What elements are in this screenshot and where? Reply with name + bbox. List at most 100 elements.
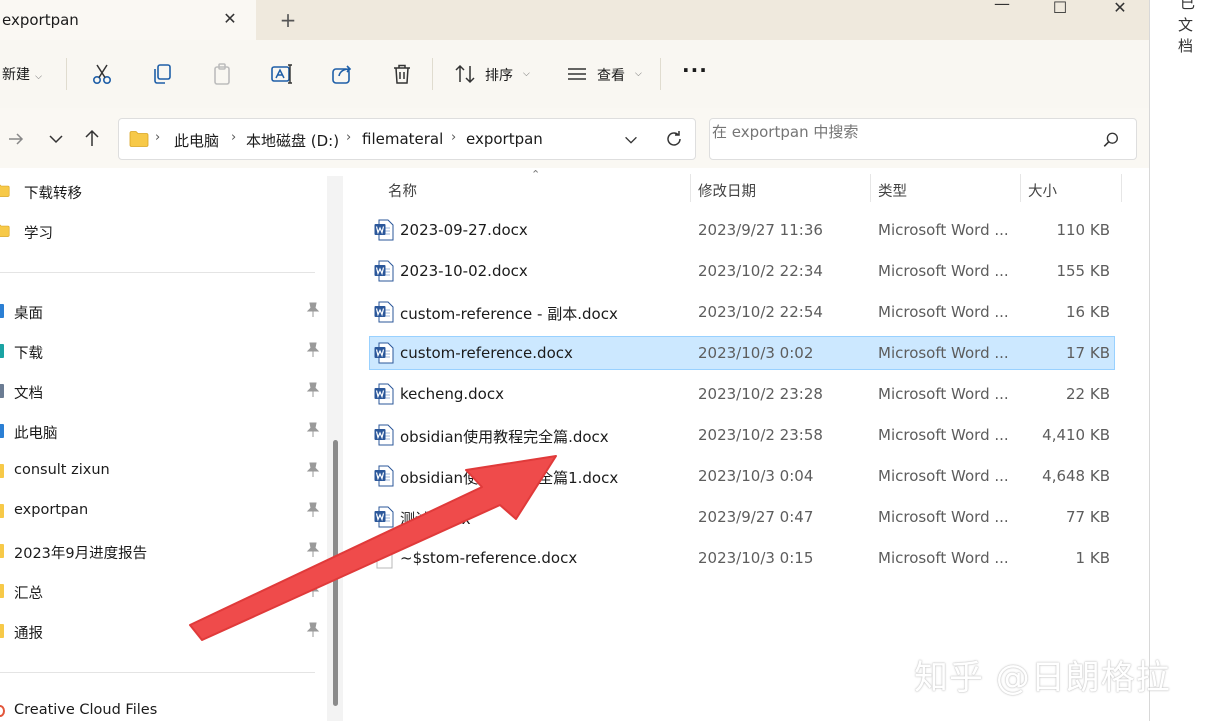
pin-icon[interactable]: [306, 462, 320, 478]
column-divider[interactable]: [1020, 174, 1021, 202]
column-divider[interactable]: [1121, 174, 1122, 202]
column-header-name[interactable]: 名称: [388, 180, 417, 201]
pin-icon[interactable]: [306, 422, 320, 438]
minimize-button[interactable]: —: [982, 0, 1022, 13]
pin-icon[interactable]: [306, 582, 320, 598]
file-row[interactable]: obsidian使用教程完全篇1.docx 2023/10/3 0:04 Micro…: [369, 459, 1115, 493]
file-row[interactable]: 测试.docx 2023/9/27 0:47 Microsoft Word ... 7…: [369, 500, 1115, 534]
pin-icon[interactable]: [306, 382, 320, 398]
nav-item-folder[interactable]: 下载转移: [0, 180, 330, 204]
column-divider[interactable]: [690, 174, 691, 202]
nav-scrollbar-thumb[interactable]: [333, 440, 338, 706]
pin-icon[interactable]: [306, 542, 320, 558]
recent-locations-chevron-icon[interactable]: [46, 129, 66, 149]
document-icon: [376, 547, 393, 569]
close-tab-icon[interactable]: ✕: [220, 9, 240, 29]
tab-title: exportpan: [2, 11, 79, 29]
breadcrumb-local-disk-d[interactable]: 本地磁盘 (D:): [246, 130, 339, 151]
column-divider[interactable]: [870, 174, 871, 202]
nav-item-label: consult zixun: [14, 462, 110, 478]
file-date-modified: 2023/10/3 0:02: [698, 344, 814, 362]
breadcrumb-exportpan[interactable]: exportpan: [466, 130, 543, 148]
address-history-chevron-icon[interactable]: [622, 131, 640, 149]
nav-item-label: 学习: [24, 226, 53, 242]
cut-icon[interactable]: [90, 62, 114, 86]
view-button[interactable]: 查看 ⌵: [565, 62, 645, 86]
file-name: custom-reference - 副本.docx: [400, 305, 618, 323]
search-icon[interactable]: [1102, 131, 1120, 149]
quick-access-item[interactable]: 此电脑: [0, 420, 330, 444]
word-document-icon: [374, 301, 394, 323]
file-type: Microsoft Word ...: [878, 303, 1009, 321]
quick-access-item[interactable]: consult zixun: [0, 460, 330, 484]
pin-icon[interactable]: [306, 342, 320, 358]
column-header-size[interactable]: 大小: [1028, 180, 1057, 201]
rename-icon[interactable]: [270, 62, 294, 86]
file-size: 4,410 KB: [1042, 426, 1110, 444]
file-name: ~$stom-reference.docx: [400, 549, 578, 567]
quick-access-item[interactable]: 通报: [0, 620, 330, 644]
file-type: Microsoft Word ...: [878, 385, 1009, 403]
column-header-date-modified[interactable]: 修改日期: [698, 180, 756, 201]
quick-access-item[interactable]: 文档: [0, 380, 330, 404]
file-date-modified: 2023/10/3 0:04: [698, 467, 814, 485]
search-box[interactable]: [709, 118, 1137, 160]
breadcrumb-this-pc[interactable]: 此电脑: [174, 130, 219, 151]
nav-item-label: 此电脑: [14, 426, 58, 442]
sort-icon: [455, 64, 475, 84]
paste-icon[interactable]: [210, 62, 234, 86]
close-window-button[interactable]: ✕: [1100, 0, 1140, 17]
file-list: ⌃ 名称 修改日期 类型 大小 2023-09-27.docx 2023/9/27…: [345, 168, 1149, 721]
pin-icon[interactable]: [306, 302, 320, 318]
folder-icon: [129, 131, 149, 147]
toolbar-divider: [432, 58, 433, 90]
new-button[interactable]: 新建 ⌵: [2, 64, 42, 84]
nav-item-creative-cloud[interactable]: Creative Cloud Files: [0, 700, 330, 721]
file-row[interactable]: 2023-10-02.docx 2023/10/2 22:34 Microsoft …: [369, 254, 1115, 288]
nav-item-folder[interactable]: 学习: [0, 220, 330, 244]
file-row[interactable]: custom-reference - 副本.docx 2023/10/2 22:5…: [369, 295, 1115, 329]
word-document-icon: [374, 506, 394, 528]
maximize-button[interactable]: ☐: [1040, 0, 1080, 17]
sort-button[interactable]: 排序 ⌵: [453, 62, 533, 86]
quick-access-item[interactable]: 桌面: [0, 300, 330, 324]
nav-item-label: 下载转移: [24, 186, 82, 202]
search-input[interactable]: [710, 119, 1084, 145]
sort-ascending-chevron-icon: ⌃: [531, 168, 541, 181]
folder-icon: [0, 224, 10, 237]
nav-divider: [0, 672, 315, 673]
navigation-pane: 下载转移学习桌面下载文档此电脑 consult zixun exportpan 202…: [0, 170, 345, 721]
column-header-type[interactable]: 类型: [878, 180, 907, 201]
up-arrow-icon[interactable]: [82, 128, 102, 148]
refresh-icon[interactable]: [664, 129, 684, 149]
file-type: Microsoft Word ...: [878, 221, 1009, 239]
new-tab-button[interactable]: +: [278, 8, 298, 32]
file-row[interactable]: ~$stom-reference.docx 2023/10/3 0:15 Micro…: [369, 541, 1115, 575]
file-date-modified: 2023/9/27 0:47: [698, 508, 814, 526]
more-options-button[interactable]: ···: [682, 58, 708, 82]
pin-icon[interactable]: [306, 502, 320, 518]
quick-access-item[interactable]: 汇总: [0, 580, 330, 604]
file-name: 测试.docx: [400, 510, 471, 528]
file-row[interactable]: custom-reference.docx 2023/10/3 0:02 Micro…: [369, 336, 1115, 370]
nav-item-label: 2023年9月进度报告: [14, 546, 148, 562]
quick-access-item[interactable]: 2023年9月进度报告: [0, 540, 330, 564]
file-row[interactable]: kecheng.docx 2023/10/2 23:28 Microsoft Wor…: [369, 377, 1115, 411]
address-row: › 此电脑 › 本地磁盘 (D:) › filemateral › export…: [0, 108, 1149, 168]
file-type: Microsoft Word ...: [878, 262, 1009, 280]
breadcrumb-filemateral[interactable]: filemateral: [362, 130, 443, 148]
pin-icon[interactable]: [306, 622, 320, 638]
tab-exportpan[interactable]: exportpan ✕: [0, 0, 256, 40]
delete-icon[interactable]: [390, 62, 414, 86]
share-icon[interactable]: [330, 62, 354, 86]
forward-arrow-icon[interactable]: [6, 129, 26, 149]
quick-access-item[interactable]: exportpan: [0, 500, 330, 524]
this-pc-icon: [0, 424, 4, 438]
file-type: Microsoft Word ...: [878, 549, 1009, 567]
address-bar[interactable]: › 此电脑 › 本地磁盘 (D:) › filemateral › export…: [118, 118, 696, 160]
quick-access-item[interactable]: 下载: [0, 340, 330, 364]
file-row[interactable]: 2023-09-27.docx 2023/9/27 11:36 Microsoft …: [369, 213, 1115, 247]
file-row[interactable]: obsidian使用教程完全篇.docx 2023/10/2 23:58 Micro…: [369, 418, 1115, 452]
view-list-icon: [568, 68, 586, 80]
copy-icon[interactable]: [150, 62, 174, 86]
